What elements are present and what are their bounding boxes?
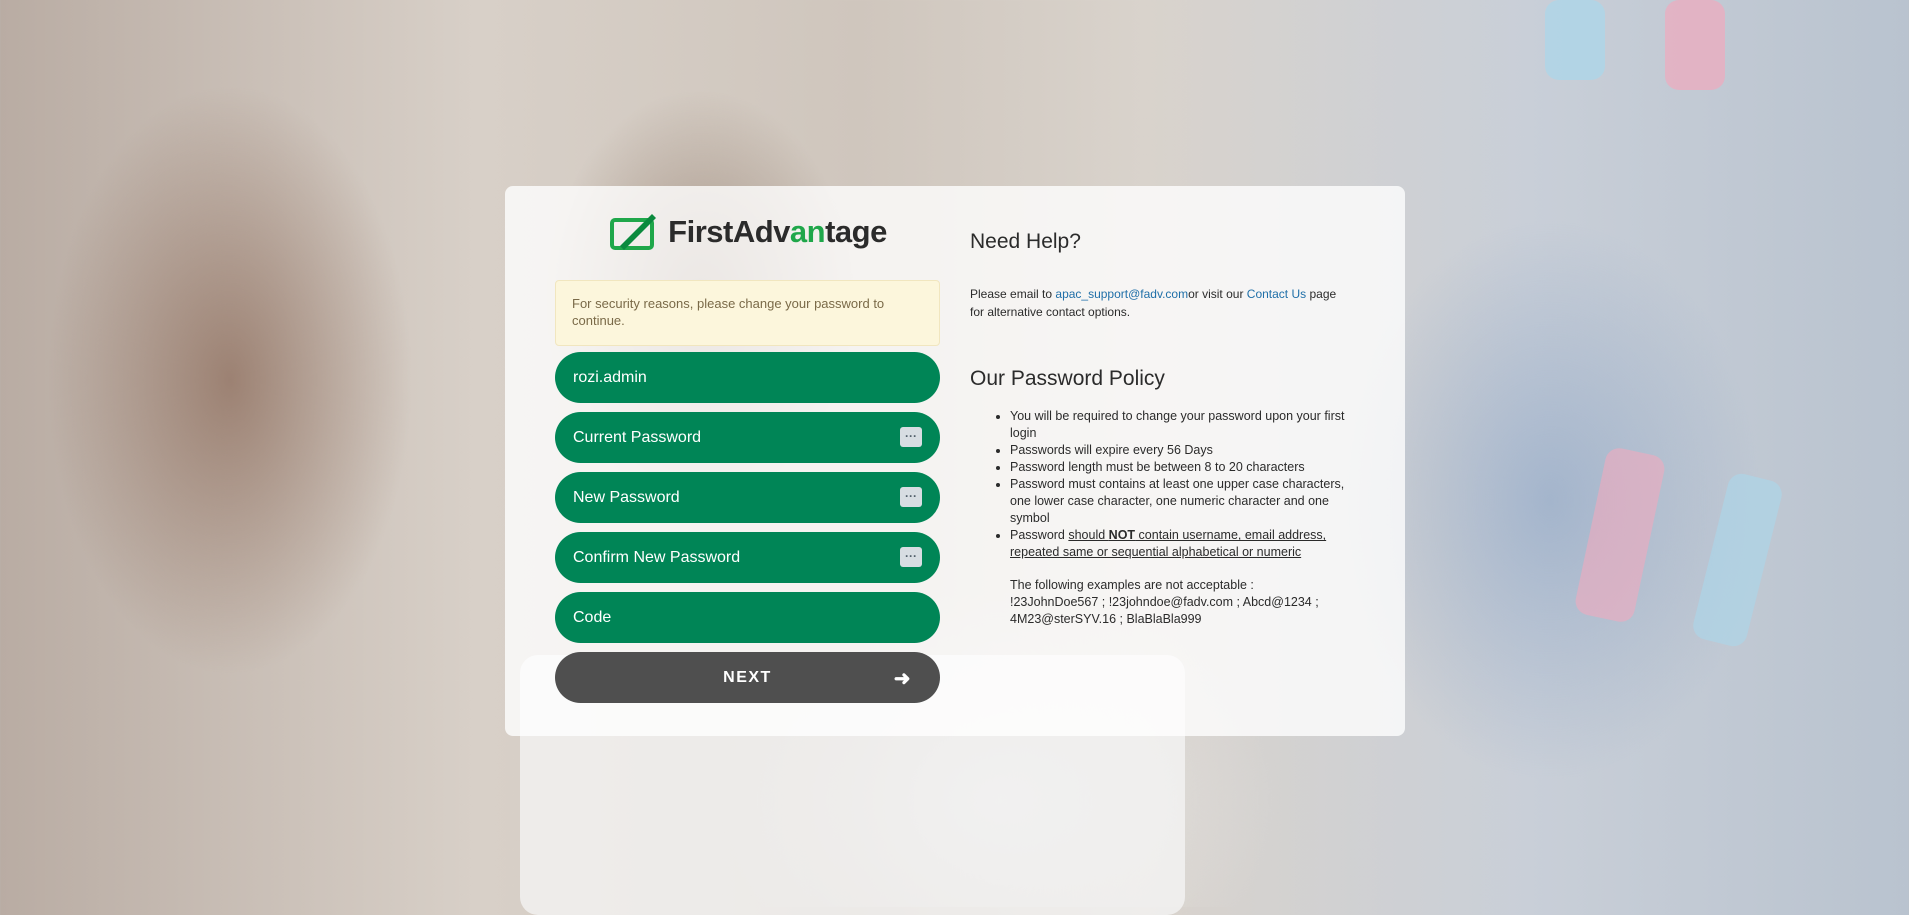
new-password-field[interactable]: New Password ··· [555, 472, 940, 523]
policy-examples-list: !23JohnDoe567 ; !23johndoe@fadv.com ; Ab… [1010, 595, 1319, 627]
code-field[interactable]: Code [555, 592, 940, 643]
help-panel: Need Help? Please email to apac_support@… [970, 230, 1350, 628]
logo: FirstAdvantage [555, 210, 940, 254]
confirm-password-field[interactable]: Confirm New Password ··· [555, 532, 940, 583]
help-text: Please email to apac_support@fadv.comor … [970, 285, 1350, 321]
need-help-title: Need Help? [970, 230, 1081, 253]
security-alert: For security reasons, please change your… [555, 280, 940, 346]
next-button-label: NEXT [723, 668, 772, 686]
first-advantage-logo-icon [610, 214, 657, 250]
policy-examples-intro: The following examples are not acceptabl… [1010, 578, 1254, 593]
policy-rule-5-not: NOT [1108, 528, 1136, 543]
policy-rule: Passwords will expire every 56 Days [1010, 442, 1350, 459]
support-email-link[interactable]: apac_support@fadv.com [1055, 287, 1188, 301]
logo-text-tage: tage [825, 214, 887, 249]
arrow-right-icon: ➜ [893, 668, 912, 690]
policy-rule: Password must contains at least one uppe… [1010, 476, 1350, 527]
next-button[interactable]: NEXT ➜ [555, 652, 940, 703]
policy-examples: The following examples are not acceptabl… [1010, 577, 1350, 628]
login-card: FirstAdvantage For security reasons, ple… [505, 186, 1405, 736]
logo-wordmark: FirstAdvantage [668, 214, 887, 250]
logo-text-adv: Adv [732, 214, 791, 249]
security-alert-text: For security reasons, please change your… [572, 296, 885, 328]
policy-rule: You will be required to change your pass… [1010, 408, 1350, 442]
policy-rule: Password length must be between 8 to 20 … [1010, 459, 1350, 476]
policy-rule-5-should: should [1068, 528, 1109, 543]
policy-rule: Password should NOT contain username, em… [1010, 527, 1350, 561]
help-text-prefix: Please email to [970, 287, 1056, 301]
password-policy-list: You will be required to change your pass… [970, 408, 1350, 561]
current-password-placeholder: Current Password [573, 428, 702, 446]
background-sticky-note [1665, 0, 1725, 90]
current-password-reveal-icon[interactable]: ··· [900, 427, 922, 447]
current-password-field[interactable]: Current Password ··· [555, 412, 940, 463]
help-text-mid: or visit our [1188, 287, 1247, 301]
change-password-panel: FirstAdvantage For security reasons, ple… [555, 210, 940, 703]
password-policy-title: Our Password Policy [970, 367, 1165, 390]
confirm-password-placeholder: Confirm New Password [573, 548, 741, 566]
logo-text-an: an [789, 214, 826, 249]
confirm-password-reveal-icon[interactable]: ··· [900, 547, 922, 567]
logo-text-first: First [668, 214, 733, 249]
code-placeholder: Code [573, 608, 612, 626]
username-value: rozi.admin [573, 368, 647, 386]
contact-us-link[interactable]: Contact Us [1247, 287, 1306, 301]
policy-rule-5-prefix: Password [1010, 528, 1069, 543]
new-password-placeholder: New Password [573, 488, 680, 506]
background-sticky-note [1545, 0, 1605, 80]
new-password-reveal-icon[interactable]: ··· [900, 487, 922, 507]
username-field[interactable]: rozi.admin [555, 352, 940, 403]
